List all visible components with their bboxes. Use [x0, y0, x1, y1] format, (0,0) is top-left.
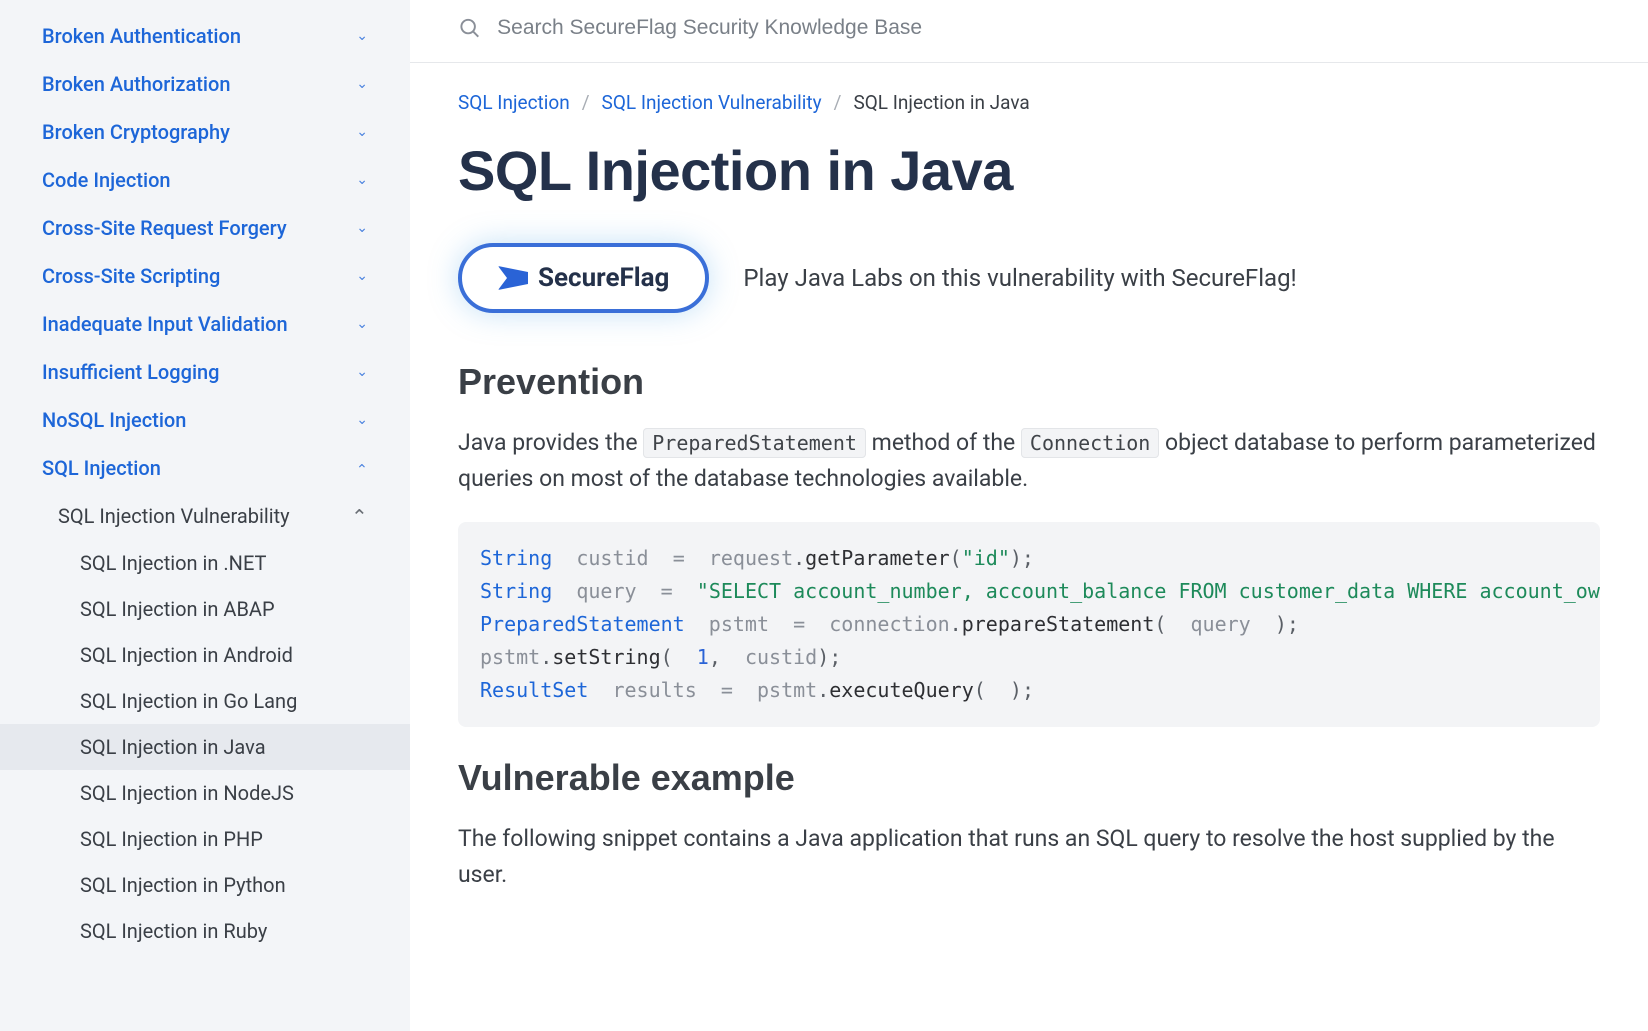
sidebar-sub-sqli-vulnerability[interactable]: SQL Injection Vulnerability ⌄: [0, 492, 410, 540]
sidebar-item-label: Cross-Site Scripting: [42, 264, 220, 288]
promo-row: SecureFlag Play Java Labs on this vulner…: [458, 243, 1600, 313]
sidebar-item-xss[interactable]: Cross-Site Scripting ⌄: [0, 252, 410, 300]
sidebar-leaf-sqli-dotnet[interactable]: SQL Injection in .NET: [0, 540, 410, 586]
breadcrumb-sep: /: [834, 91, 842, 114]
sidebar-leaf-sqli-abap[interactable]: SQL Injection in ABAP: [0, 586, 410, 632]
breadcrumb-link-2[interactable]: SQL Injection Vulnerability: [602, 91, 822, 114]
sidebar-item-insufficient-logging[interactable]: Insufficient Logging ⌄: [0, 348, 410, 396]
sidebar-item-broken-authorization[interactable]: Broken Authorization ⌄: [0, 60, 410, 108]
search-input[interactable]: [497, 16, 1600, 40]
inline-code: PreparedStatement: [643, 428, 866, 458]
chevron-down-icon: ⌄: [356, 172, 368, 188]
chevron-up-icon: ⌄: [351, 504, 368, 528]
chevron-down-icon: ⌄: [356, 316, 368, 332]
sidebar-item-label: Insufficient Logging: [42, 360, 220, 384]
sidebar-item-sql-injection[interactable]: SQL Injection ⌄: [0, 444, 410, 492]
sidebar-item-broken-authentication[interactable]: Broken Authentication ⌄: [0, 12, 410, 60]
sidebar-item-label: Cross-Site Request Forgery: [42, 216, 287, 240]
pill-label: SecureFlag: [538, 263, 669, 293]
inline-code: Connection: [1021, 428, 1159, 458]
chevron-down-icon: ⌄: [356, 268, 368, 284]
chevron-down-icon: ⌄: [356, 76, 368, 92]
content: SQL Injection / SQL Injection Vulnerabil…: [410, 63, 1648, 919]
paragraph-vulnerable: The following snippet contains a Java ap…: [458, 821, 1600, 892]
sidebar-item-label: Broken Authorization: [42, 72, 231, 96]
heading-prevention: Prevention: [458, 361, 1600, 403]
sidebar: Broken Authentication ⌄ Broken Authoriza…: [0, 0, 410, 1031]
chevron-down-icon: ⌄: [356, 364, 368, 380]
sidebar-leaf-sqli-nodejs[interactable]: SQL Injection in NodeJS: [0, 770, 410, 816]
breadcrumb: SQL Injection / SQL Injection Vulnerabil…: [458, 91, 1600, 114]
chevron-down-icon: ⌄: [356, 28, 368, 44]
sidebar-item-input-validation[interactable]: Inadequate Input Validation ⌄: [0, 300, 410, 348]
sidebar-item-label: Broken Cryptography: [42, 120, 230, 144]
sidebar-item-label: Inadequate Input Validation: [42, 312, 288, 336]
promo-text: Play Java Labs on this vulnerability wit…: [743, 264, 1296, 292]
page-title: SQL Injection in Java: [458, 138, 1600, 203]
heading-vulnerable-example: Vulnerable example: [458, 757, 1600, 799]
sidebar-leaf-sqli-ruby[interactable]: SQL Injection in Ruby: [0, 908, 410, 954]
sidebar-item-nosql-injection[interactable]: NoSQL Injection ⌄: [0, 396, 410, 444]
breadcrumb-sep: /: [582, 91, 590, 114]
sidebar-leaf-sqli-java[interactable]: SQL Injection in Java: [0, 724, 410, 770]
search-icon: [458, 16, 481, 40]
sidebar-leaf-sqli-python[interactable]: SQL Injection in Python: [0, 862, 410, 908]
paragraph-prevention: Java provides the PreparedStatement meth…: [458, 425, 1600, 496]
sidebar-leaf-sqli-android[interactable]: SQL Injection in Android: [0, 632, 410, 678]
sidebar-item-label: Broken Authentication: [42, 24, 241, 48]
chevron-down-icon: ⌄: [356, 124, 368, 140]
code-block: String custid = request.getParameter("id…: [458, 522, 1600, 727]
search-bar: [410, 0, 1648, 63]
main: SQL Injection / SQL Injection Vulnerabil…: [410, 0, 1648, 1031]
sidebar-item-label: Code Injection: [42, 168, 171, 192]
sidebar-leaf-sqli-golang[interactable]: SQL Injection in Go Lang: [0, 678, 410, 724]
sidebar-sub-label: SQL Injection Vulnerability: [58, 504, 290, 528]
flag-icon: [498, 266, 528, 290]
sidebar-item-csrf[interactable]: Cross-Site Request Forgery ⌄: [0, 204, 410, 252]
sidebar-item-label: SQL Injection: [42, 456, 161, 480]
sidebar-leaf-sqli-php[interactable]: SQL Injection in PHP: [0, 816, 410, 862]
chevron-up-icon: ⌄: [356, 460, 368, 476]
chevron-down-icon: ⌄: [356, 220, 368, 236]
breadcrumb-link-1[interactable]: SQL Injection: [458, 91, 570, 114]
sidebar-item-code-injection[interactable]: Code Injection ⌄: [0, 156, 410, 204]
sidebar-item-broken-cryptography[interactable]: Broken Cryptography ⌄: [0, 108, 410, 156]
sidebar-item-label: NoSQL Injection: [42, 408, 186, 432]
breadcrumb-current: SQL Injection in Java: [853, 91, 1029, 114]
chevron-down-icon: ⌄: [356, 412, 368, 428]
secureflag-pill[interactable]: SecureFlag: [458, 243, 709, 313]
